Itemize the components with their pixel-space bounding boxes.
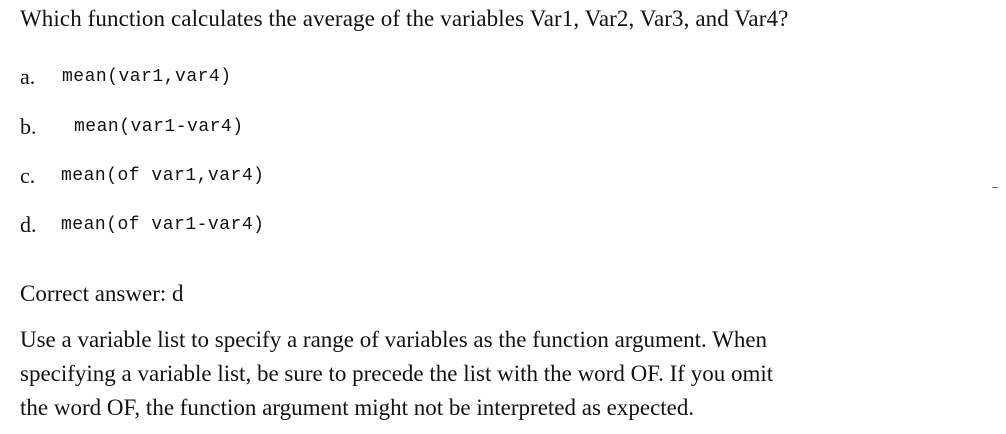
option-code: mean(of var1-var4) <box>61 215 265 235</box>
scan-artifact <box>992 187 998 188</box>
option-letter: c. <box>20 163 36 188</box>
question-text: Which function calculates the average of… <box>20 6 789 31</box>
option-code: mean(var1-var4) <box>74 117 244 137</box>
correct-answer: Correct answer: d <box>20 281 184 306</box>
option-code: mean(var1,var4) <box>62 67 232 87</box>
option-letter: b. <box>20 114 37 139</box>
explanation-line: Use a variable list to specify a range o… <box>20 327 768 352</box>
option-code: mean(of var1,var4) <box>61 166 265 186</box>
option-letter: a. <box>20 64 36 89</box>
explanation-line: the word OF, the function argument might… <box>20 395 695 420</box>
explanation: Use a variable list to specify a range o… <box>20 323 1000 425</box>
option-letter: d. <box>20 212 37 237</box>
explanation-line: specifying a variable list, be sure to p… <box>20 361 774 386</box>
quiz-page: Which function calculates the average of… <box>0 0 1006 434</box>
